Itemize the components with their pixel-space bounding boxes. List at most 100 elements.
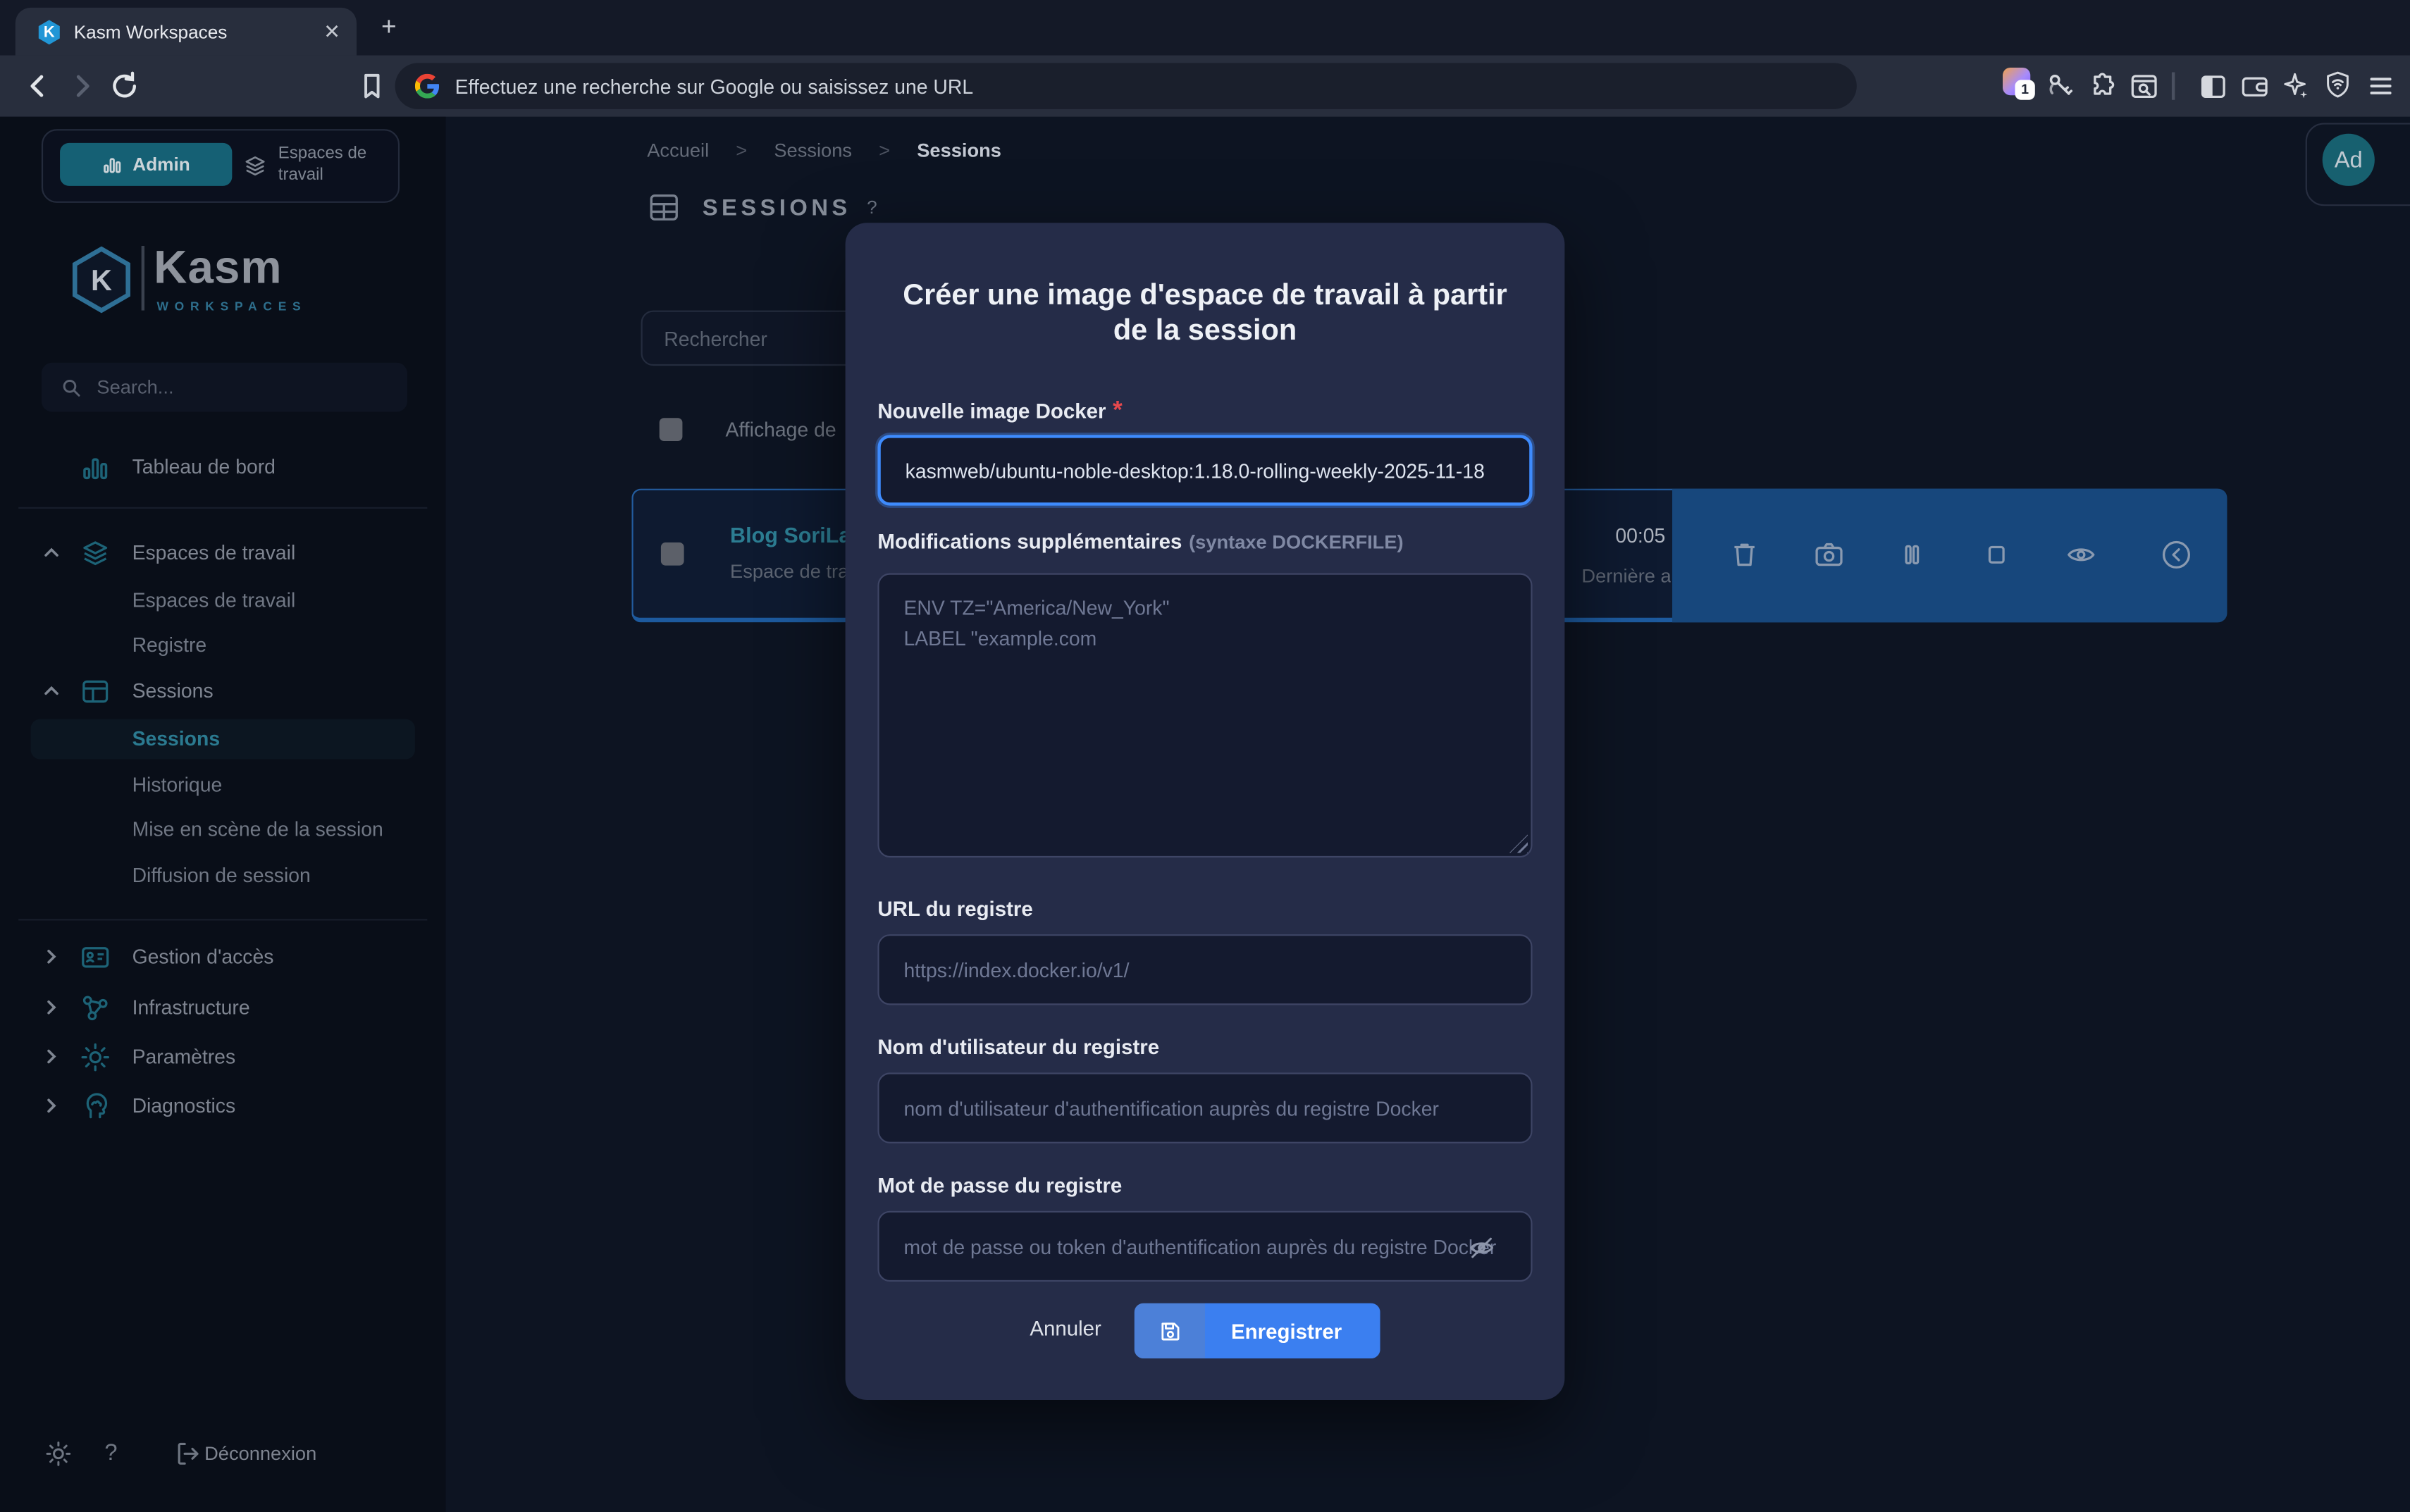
extension-icon[interactable]: 1 [2003,68,2034,99]
registry-pass-input[interactable] [877,1211,1532,1282]
docker-image-input[interactable] [877,435,1532,505]
session-subtitle: Espace de trav [730,561,858,583]
registry-pass-label: Mot de passe du registre [877,1174,1122,1197]
create-image-modal: Créer une image d'espace de travail à pa… [846,223,1565,1400]
sidebar-group-workspaces[interactable]: Espaces de travail [0,533,446,574]
sidebar-group-diagnostics[interactable]: Diagnostics [0,1086,446,1127]
workspaces-mode-button[interactable]: Espaces de travail [243,135,397,197]
google-icon [415,74,440,99]
help-icon[interactable]: ? [104,1440,138,1474]
menu-icon[interactable] [2366,70,2397,101]
search-icon [60,376,83,399]
sidebar-toggle-icon[interactable] [2198,70,2229,101]
registry-user-label: Nom d'utilisateur du registre [877,1036,1159,1059]
registry-url-input[interactable] [877,934,1532,1005]
pause-icon[interactable] [1895,538,1929,571]
layers-icon [80,538,111,569]
dockerfile-textarea[interactable] [877,574,1532,858]
tab-title: Kasm Workspaces [74,22,228,44]
session-name-link[interactable]: Blog SoriLab [730,523,864,547]
sidebar-search-placeholder: Search... [97,376,173,398]
url-input[interactable]: Effectuez une recherche sur Google ou sa… [455,75,974,98]
session-duration: 00:05 [1615,524,1665,547]
chart-bars-icon [80,452,111,483]
search-window-icon[interactable] [2129,70,2160,101]
trash-icon[interactable] [1728,538,1762,571]
sidebar-item-history[interactable]: Historique [0,765,446,805]
sidebar-group-access[interactable]: Gestion d'accès [0,937,446,977]
gear-icon [80,1042,111,1073]
chevron-right-icon [43,1048,60,1065]
keys-icon[interactable] [2046,70,2077,101]
sidebar-item-session-staging[interactable]: Mise en scène de la session [0,810,446,850]
sidebar-group-settings[interactable]: Paramètres [0,1037,446,1077]
reload-icon[interactable] [108,69,142,103]
sidebar-item-session-casting[interactable]: Diffusion de session [0,856,446,896]
collapse-icon[interactable] [2159,538,2193,571]
row-checkbox[interactable] [661,543,684,566]
avatar[interactable]: Ad [2323,134,2375,186]
sidebar-item-registry[interactable]: Registre [0,626,446,666]
sidebar-divider [18,507,427,509]
browser-toolbar: Effectuez une recherche sur Google ou sa… [0,56,2410,117]
breadcrumb: Accueil > Sessions > Sessions [647,140,1001,161]
logout-icon[interactable] [172,1439,206,1473]
sidebar-group-infrastructure[interactable]: Infrastructure [0,988,446,1028]
grid-table-icon [80,676,111,707]
sidebar-search-input[interactable]: Search... [42,363,407,412]
wallet-icon[interactable] [2239,70,2270,101]
page-help[interactable]: ? [867,197,877,218]
registry-user-input[interactable] [877,1072,1532,1143]
workspaces-mode-label: Espaces de travail [278,145,397,187]
breadcrumb-sessions[interactable]: Sessions [774,140,852,161]
admin-label: Admin [132,154,190,175]
chevron-up-icon [43,682,60,699]
back-icon[interactable] [22,69,56,103]
id-card-icon [80,942,111,973]
dockerfile-label: Modifications supplémentaires (syntaxe D… [877,528,1403,556]
session-action-bar [1672,489,2227,623]
registry-url-label: URL du registre [877,898,1032,921]
chevron-right-icon [43,948,60,965]
stop-icon[interactable] [1979,538,2013,571]
chart-bars-icon [102,154,124,175]
cancel-button[interactable]: Annuler [1030,1317,1101,1340]
toolbar-divider [2172,73,2175,100]
logout-label[interactable]: Déconnexion [204,1443,316,1465]
sidebar-group-sessions[interactable]: Sessions [0,671,446,712]
save-floppy-icon [1135,1303,1205,1359]
bookmark-icon[interactable] [355,69,389,103]
sidebar-item-sessions[interactable]: Sessions [0,719,446,760]
table-search-placeholder: Rechercher [664,326,767,349]
eye-slash-icon[interactable] [1466,1232,1497,1263]
logo-wordmark: Kasm [154,243,283,295]
new-tab-button[interactable]: + [375,14,402,42]
svg-text:K: K [91,264,112,297]
shield-icon[interactable] [2323,69,2354,100]
puzzle-icon[interactable] [2087,70,2118,101]
sparkle-icon[interactable] [2281,70,2312,101]
admin-mode-button[interactable]: Admin [60,143,232,186]
select-all-checkbox[interactable] [660,418,683,441]
tab-close-icon[interactable]: ✕ [320,20,345,44]
grid-table-icon [647,190,681,224]
eye-icon[interactable] [2064,538,2098,571]
chevron-right-icon [43,1097,60,1114]
logo-divider [142,246,144,311]
screen: K Kasm Workspaces ✕ + Effectuez une rech… [0,0,2410,1512]
breadcrumb-home[interactable]: Accueil [647,140,709,161]
url-bar[interactable]: Effectuez une recherche sur Google ou sa… [395,63,1857,109]
browser-tab[interactable]: K Kasm Workspaces ✕ [16,8,357,56]
forward-icon[interactable] [65,69,99,103]
sidebar-item-workspaces[interactable]: Espaces de travail [0,581,446,621]
network-icon [80,993,111,1024]
save-button[interactable]: Enregistrer [1135,1303,1380,1359]
modal-title: Créer une image d'espace de travail à pa… [882,278,1528,349]
breadcrumb-separator: > [879,140,890,161]
sidebar-item-dashboard[interactable]: Tableau de bord [0,447,446,488]
diagnostics-icon [80,1091,111,1122]
logo-sub-wordmark: WORKSPACES [156,299,307,314]
chevron-right-icon [43,999,60,1016]
theme-sun-icon[interactable] [43,1439,77,1473]
camera-icon[interactable] [1812,538,1846,571]
